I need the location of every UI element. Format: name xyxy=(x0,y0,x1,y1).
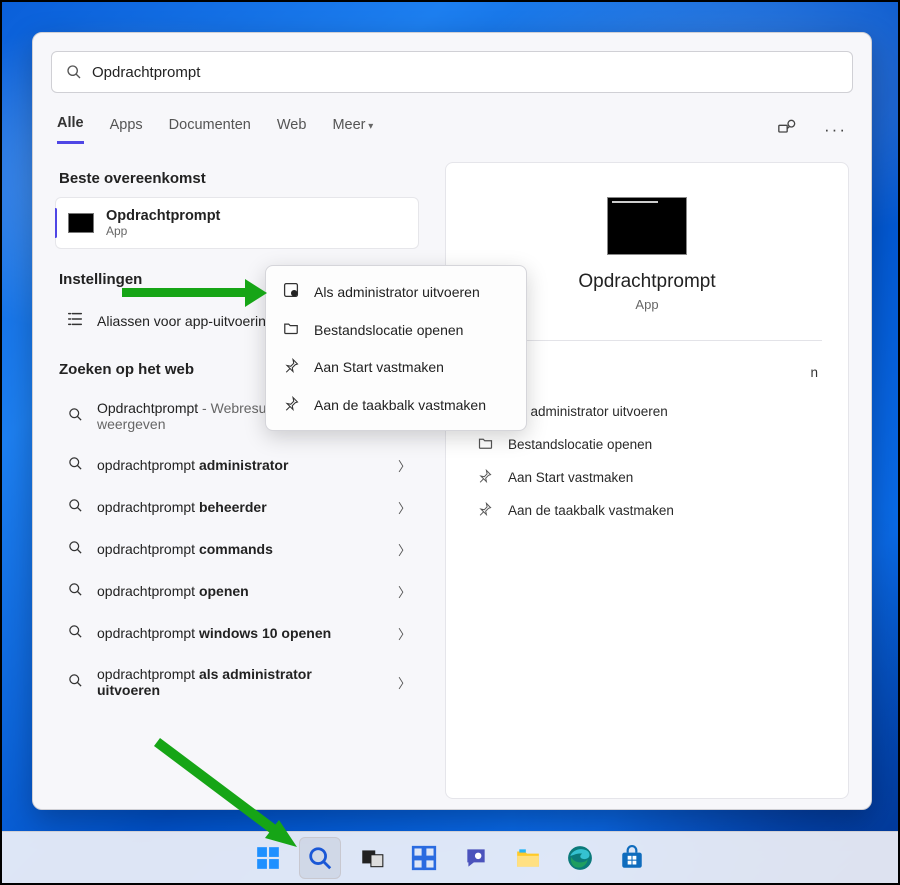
results-left-column: Beste overeenkomst Opdrachtprompt App In… xyxy=(55,162,419,799)
folder-icon xyxy=(282,321,300,338)
tab-web[interactable]: Web xyxy=(277,117,307,143)
shield-icon xyxy=(282,282,300,301)
taskbar-search-button[interactable] xyxy=(299,837,341,879)
filter-tabs: Alle Apps Documenten Web Meer ··· xyxy=(33,115,871,144)
best-match-item[interactable]: Opdrachtprompt App xyxy=(55,197,419,249)
search-input[interactable] xyxy=(92,64,838,81)
tab-more[interactable]: Meer xyxy=(332,117,373,143)
web-result-label: opdrachtprompt windows 10 openen xyxy=(97,625,331,641)
chevron-right-icon: 〉 xyxy=(398,540,411,559)
preview-open-trailing-letter: n xyxy=(810,365,818,380)
preview-action-open-file-location[interactable]: Bestandslocatie openen xyxy=(472,428,822,461)
ctx-pin-start[interactable]: Aan Start vastmaken xyxy=(266,348,526,386)
chevron-right-icon: 〉 xyxy=(398,673,411,692)
microsoft-store-icon xyxy=(619,845,645,871)
annotation-arrow-top xyxy=(122,285,267,299)
ctx-run-as-admin[interactable]: Als administrator uitvoeren xyxy=(266,272,526,311)
best-match-title: Opdrachtprompt xyxy=(106,208,220,224)
search-icon xyxy=(65,498,85,516)
widgets-icon xyxy=(411,845,437,871)
search-icon xyxy=(65,624,85,642)
taskbar xyxy=(2,831,898,883)
preview-action-pin-taskbar[interactable]: Aan de taakbalk vastmaken xyxy=(472,494,822,527)
tab-documents[interactable]: Documenten xyxy=(169,117,251,143)
web-result-6[interactable]: opdrachtprompt als administrator uitvoer… xyxy=(55,654,419,710)
chat-icon xyxy=(463,845,489,871)
web-result-5[interactable]: opdrachtprompt windows 10 openen 〉 xyxy=(55,612,419,654)
preview-action-label: Aan Start vastmaken xyxy=(508,470,633,485)
search-box[interactable] xyxy=(51,51,853,93)
taskbar-start-button[interactable] xyxy=(247,837,289,879)
web-result-label: opdrachtprompt openen xyxy=(97,583,249,599)
preview-action-label: Bestandslocatie openen xyxy=(508,437,652,452)
taskbar-edge-button[interactable] xyxy=(559,837,601,879)
taskbar-explorer-button[interactable] xyxy=(507,837,549,879)
search-icon xyxy=(65,540,85,558)
tab-all[interactable]: Alle xyxy=(57,115,84,144)
pin-icon xyxy=(282,396,300,414)
chevron-right-icon: 〉 xyxy=(398,582,411,601)
web-result-1[interactable]: opdrachtprompt administrator 〉 xyxy=(55,444,419,486)
taskbar-widgets-button[interactable] xyxy=(403,837,445,879)
ctx-label: Bestandslocatie openen xyxy=(314,322,463,338)
web-result-label: opdrachtprompt administrator xyxy=(97,457,288,473)
web-result-label: opdrachtprompt commands xyxy=(97,541,273,557)
search-box-container xyxy=(33,33,871,93)
more-options-icon[interactable]: ··· xyxy=(824,120,847,140)
search-across-devices-icon[interactable] xyxy=(778,118,798,141)
taskbar-store-button[interactable] xyxy=(611,837,653,879)
preview-action-label: Aan de taakbalk vastmaken xyxy=(508,503,674,518)
web-result-label: opdrachtprompt beheerder xyxy=(97,499,267,515)
pin-icon xyxy=(282,358,300,376)
search-icon xyxy=(65,582,85,600)
taskbar-taskview-button[interactable] xyxy=(351,837,393,879)
web-result-2[interactable]: opdrachtprompt beheerder 〉 xyxy=(55,486,419,528)
chevron-right-icon: 〉 xyxy=(398,498,411,517)
chevron-right-icon: 〉 xyxy=(398,624,411,643)
preview-title: Opdrachtprompt xyxy=(578,271,715,293)
results-content: Beste overeenkomst Opdrachtprompt App In… xyxy=(33,144,871,809)
context-menu: Als administrator uitvoeren Bestandsloca… xyxy=(265,265,527,431)
section-best-match: Beste overeenkomst xyxy=(59,170,419,187)
ctx-open-file-location[interactable]: Bestandslocatie openen xyxy=(266,311,526,348)
search-icon xyxy=(65,456,85,474)
preview-app-icon xyxy=(607,197,687,255)
ctx-label: Als administrator uitvoeren xyxy=(314,284,480,300)
preview-action-label: Als administrator uitvoeren xyxy=(508,404,668,419)
cmd-icon xyxy=(68,213,94,233)
pin-icon xyxy=(476,502,494,519)
taskbar-chat-button[interactable] xyxy=(455,837,497,879)
ctx-label: Aan de taakbalk vastmaken xyxy=(314,397,486,413)
chevron-right-icon: 〉 xyxy=(398,456,411,475)
file-explorer-icon xyxy=(515,845,541,871)
search-icon xyxy=(307,845,333,871)
web-result-3[interactable]: opdrachtprompt commands 〉 xyxy=(55,528,419,570)
windows-start-icon xyxy=(255,845,281,871)
tab-apps[interactable]: Apps xyxy=(110,117,143,143)
ctx-pin-taskbar[interactable]: Aan de taakbalk vastmaken xyxy=(266,386,526,424)
taskview-icon xyxy=(359,845,385,871)
search-icon xyxy=(65,673,85,691)
web-result-label: opdrachtprompt als administrator uitvoer… xyxy=(97,666,367,698)
preview-pane: Opdrachtprompt App Openen n Als administ… xyxy=(445,162,849,799)
web-result-4[interactable]: opdrachtprompt openen 〉 xyxy=(55,570,419,612)
search-icon xyxy=(66,64,82,80)
best-match-subtitle: App xyxy=(106,224,220,238)
ctx-label: Aan Start vastmaken xyxy=(314,359,444,375)
preview-action-pin-start[interactable]: Aan Start vastmaken xyxy=(472,461,822,494)
settings-list-icon xyxy=(65,310,85,331)
preview-subtitle: App xyxy=(635,297,658,312)
folder-icon xyxy=(476,436,494,453)
pin-icon xyxy=(476,469,494,486)
edge-icon xyxy=(567,845,593,871)
search-icon xyxy=(65,407,85,425)
